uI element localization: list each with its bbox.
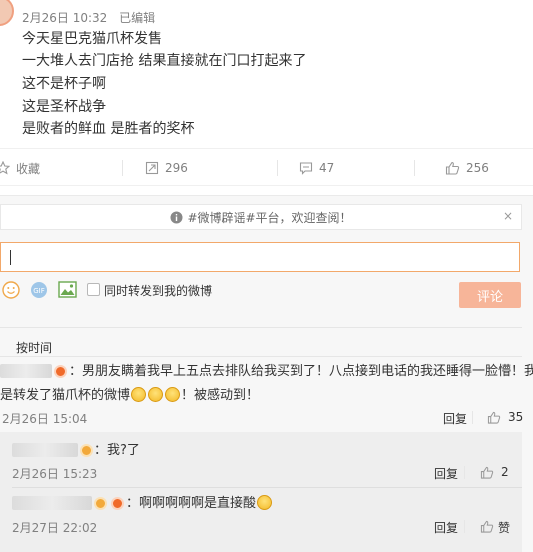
thumbs-up-icon xyxy=(445,161,460,175)
post-edited-label[interactable]: 已编辑 xyxy=(119,11,155,25)
post-line-3: 这不是杯子啊 xyxy=(22,76,106,92)
comment-text-continued: 是转发了猫爪杯的微博 ！被感动到！ xyxy=(0,386,259,405)
commenter-name[interactable] xyxy=(0,364,52,378)
reply-time[interactable]: 2月26日 15:23 xyxy=(12,465,97,482)
gif-icon[interactable]: GIF xyxy=(30,281,50,301)
star-icon xyxy=(0,161,10,175)
crying-emoji-icon xyxy=(148,387,164,402)
divider xyxy=(122,160,123,176)
divider xyxy=(464,466,465,479)
submit-comment-button[interactable]: 评论 xyxy=(459,282,521,308)
comment-icon xyxy=(299,162,313,175)
text-caret xyxy=(10,250,11,265)
svg-text:GIF: GIF xyxy=(33,287,45,295)
post-line-5: 是败者的鲜血 是胜者的奖杯 xyxy=(22,121,195,137)
thumbs-up-icon xyxy=(480,466,494,479)
vip-badge-icon xyxy=(94,497,107,510)
post-meta: 2月26日 10:32 已编辑 xyxy=(22,9,155,26)
repost-count: 296 xyxy=(165,161,188,175)
favorite-label: 收藏 xyxy=(16,161,41,176)
comment-text-part: 是转发了猫爪杯的微博 xyxy=(0,388,131,403)
member-badge-icon xyxy=(54,365,67,378)
reply-text: ：啊啊啊啊啊是直接酸 xyxy=(126,494,273,513)
comment-button[interactable]: 47 xyxy=(299,149,334,187)
reply-text-part: ：啊啊啊啊啊是直接酸 xyxy=(126,496,257,511)
like-count: 256 xyxy=(466,161,489,175)
author-avatar[interactable] xyxy=(0,0,14,26)
like-button[interactable]: 256 xyxy=(445,149,489,187)
divider xyxy=(414,160,415,176)
comment-count: 47 xyxy=(319,161,335,175)
reply-button[interactable]: 回复 xyxy=(434,519,458,536)
member-badge-icon xyxy=(111,497,124,510)
close-icon[interactable]: × xyxy=(503,209,513,223)
post-date[interactable]: 2月26日 10:32 xyxy=(22,11,107,25)
divider xyxy=(472,411,473,424)
comment-text-part: ！被感动到！ xyxy=(181,388,260,403)
reply-like-count: 2 xyxy=(501,465,509,479)
notice-text[interactable]: #微博辟谣#平台，欢迎查阅！ xyxy=(187,209,351,226)
favorite-button[interactable]: 收藏 xyxy=(0,149,40,187)
repost-checkbox[interactable] xyxy=(87,283,100,296)
reply-time[interactable]: 2月27日 22:02 xyxy=(12,519,97,536)
reply-button[interactable]: 回复 xyxy=(434,465,458,482)
repost-button[interactable]: 296 xyxy=(145,149,188,187)
comment-like-button[interactable] xyxy=(487,409,501,428)
comment-text: ：男朋友瞒着我早上五点去排队给我买到了！八点接到电话的我还睡得一脸懵！我只 xyxy=(69,364,533,379)
crying-emoji-icon xyxy=(165,387,181,402)
thumbs-up-icon xyxy=(480,520,494,533)
rumor-notice: #微博辟谣#平台，欢迎查阅！ × xyxy=(0,204,522,230)
crying-emoji-icon xyxy=(131,387,147,402)
reply-like-label: 赞 xyxy=(498,521,511,535)
divider xyxy=(464,520,465,533)
divider xyxy=(12,487,522,488)
comment-like-count: 35 xyxy=(508,410,524,424)
comment-time[interactable]: 2月26日 15:04 xyxy=(2,410,87,427)
reply-text: ：我?了 xyxy=(94,443,140,458)
repost-checkbox-label[interactable]: 同时转发到我的微博 xyxy=(104,282,212,299)
post-line-4: 这是圣杯战争 xyxy=(22,99,106,115)
commenter-name[interactable] xyxy=(12,443,78,457)
thumbs-up-icon xyxy=(487,411,501,424)
sort-by-time-tab[interactable]: 按时间 xyxy=(16,339,52,356)
info-icon xyxy=(170,211,183,223)
image-icon[interactable] xyxy=(58,281,78,301)
divider xyxy=(0,327,522,328)
vip-badge-icon xyxy=(80,444,93,457)
laughing-emoji-icon xyxy=(257,495,273,510)
repost-icon xyxy=(145,161,159,175)
comment-input[interactable] xyxy=(0,242,520,272)
commenter-name[interactable] xyxy=(12,496,92,510)
post-line-1: 今天星巴克猫爪杯发售 xyxy=(22,31,162,47)
post-line-2: 一大堆人去门店抢 结果直接就在门口打起来了 xyxy=(22,53,307,69)
reply-button[interactable]: 回复 xyxy=(443,410,467,427)
divider xyxy=(0,356,522,357)
reply-like-button[interactable] xyxy=(480,518,494,537)
divider xyxy=(277,160,278,176)
reply-like-button[interactable] xyxy=(480,464,494,483)
post-action-bar: 收藏 296 47 256 xyxy=(0,148,533,186)
smiley-icon[interactable] xyxy=(2,281,22,301)
